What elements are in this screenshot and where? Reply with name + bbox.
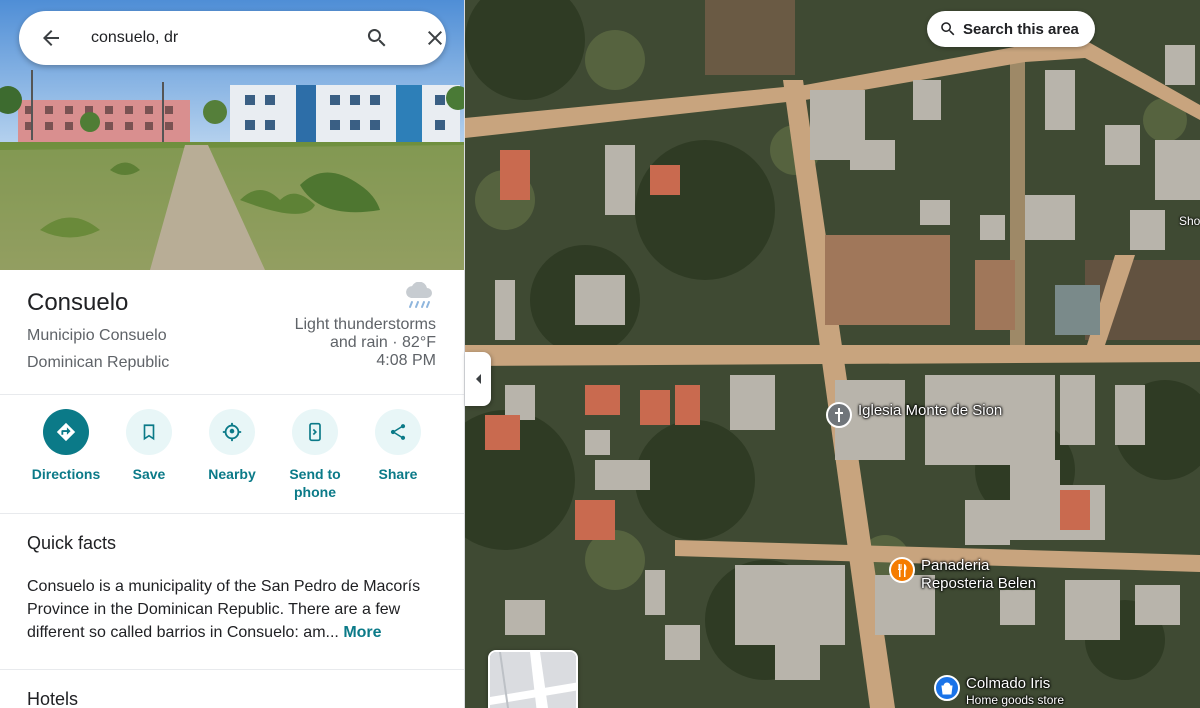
search-this-area-label: Search this area <box>963 20 1079 38</box>
maps-app: Consuelo Municipio Consuelo Dominican Re… <box>0 0 1200 708</box>
church-icon <box>826 402 852 428</box>
local-time: 4:08 PM <box>376 352 436 369</box>
shopping-bag-icon <box>934 675 960 701</box>
poi-iglesia-monte-de-sion[interactable]: Iglesia Monte de Sion <box>825 402 1002 430</box>
save-label: Save <box>132 466 166 482</box>
poi-label-line1: Panaderia <box>921 557 990 574</box>
search-box <box>19 11 446 65</box>
weather-info: Light thunderstorms and rain · 82°F 4:08… <box>236 316 436 370</box>
poi-label-name: Colmado Iris <box>966 675 1051 692</box>
divider <box>0 669 464 670</box>
share-icon <box>375 409 421 455</box>
collapse-panel-button[interactable] <box>465 352 491 406</box>
collapse-arrow-icon <box>476 374 481 384</box>
search-icon[interactable] <box>365 26 389 50</box>
poi-panaderia-reposteria-belen[interactable]: Panaderia Reposteria Belen <box>888 557 1036 593</box>
poi-label: Iglesia Monte de Sion <box>858 402 1003 419</box>
place-subtitle-region: Municipio Consuelo <box>27 327 167 344</box>
nearby-label: Nearby <box>208 466 256 482</box>
weather-condition-temp: and rain · 82°F <box>329 334 436 351</box>
quick-facts-title: Quick facts <box>27 533 117 553</box>
send-to-phone-icon <box>292 409 338 455</box>
poi-colmado-iris[interactable]: Colmado Iris Home goods store <box>933 675 1064 707</box>
poi-label: Colmado Iris Home goods store <box>966 675 1064 707</box>
send-to-phone-label: Send to phone <box>273 465 357 501</box>
arrow-back-icon[interactable] <box>39 26 63 50</box>
directions-button[interactable]: Directions <box>24 409 108 483</box>
nearby-icon <box>209 409 255 455</box>
directions-icon <box>43 409 89 455</box>
poi-label-category: Home goods store <box>966 693 1065 707</box>
weather-condition: Light thunderstorms <box>294 316 436 333</box>
poi-label-line2: Reposteria Belen <box>921 575 1037 592</box>
thunderstorm-cloud-icon <box>406 282 432 308</box>
hotels-title: Hotels <box>27 689 79 708</box>
save-button[interactable]: Save <box>107 409 191 483</box>
bookmark-icon <box>126 409 172 455</box>
share-button[interactable]: Share <box>356 409 440 483</box>
search-input[interactable] <box>91 25 331 51</box>
map-edge-label: Sho <box>1179 214 1200 228</box>
action-bar: Directions Save Nearby Send to phone Sha… <box>0 395 464 513</box>
place-panel: Consuelo Municipio Consuelo Dominican Re… <box>0 0 465 708</box>
send-to-phone-label-line2: phone <box>294 484 336 500</box>
poi-label: Panaderia Reposteria Belen <box>921 557 1036 593</box>
send-to-phone-label-line1: Send to <box>289 466 341 482</box>
search-icon <box>941 22 955 36</box>
restaurant-icon <box>889 557 915 583</box>
place-title: Consuelo <box>27 289 129 316</box>
directions-label: Directions <box>31 466 101 482</box>
nearby-button[interactable]: Nearby <box>190 409 274 483</box>
satellite-map[interactable] <box>465 0 1200 708</box>
place-subtitle-country: Dominican Republic <box>27 354 170 371</box>
search-this-area-button[interactable]: Search this area <box>927 11 1095 47</box>
share-label: Share <box>378 466 418 482</box>
send-to-phone-button[interactable]: Send to phone <box>273 409 357 501</box>
map-layers-thumbnail[interactable] <box>488 650 578 708</box>
close-icon[interactable] <box>423 26 447 50</box>
more-link[interactable]: More <box>343 624 381 641</box>
divider <box>0 513 464 514</box>
quick-facts-text: Consuelo is a municipality of the San Pe… <box>27 575 447 644</box>
